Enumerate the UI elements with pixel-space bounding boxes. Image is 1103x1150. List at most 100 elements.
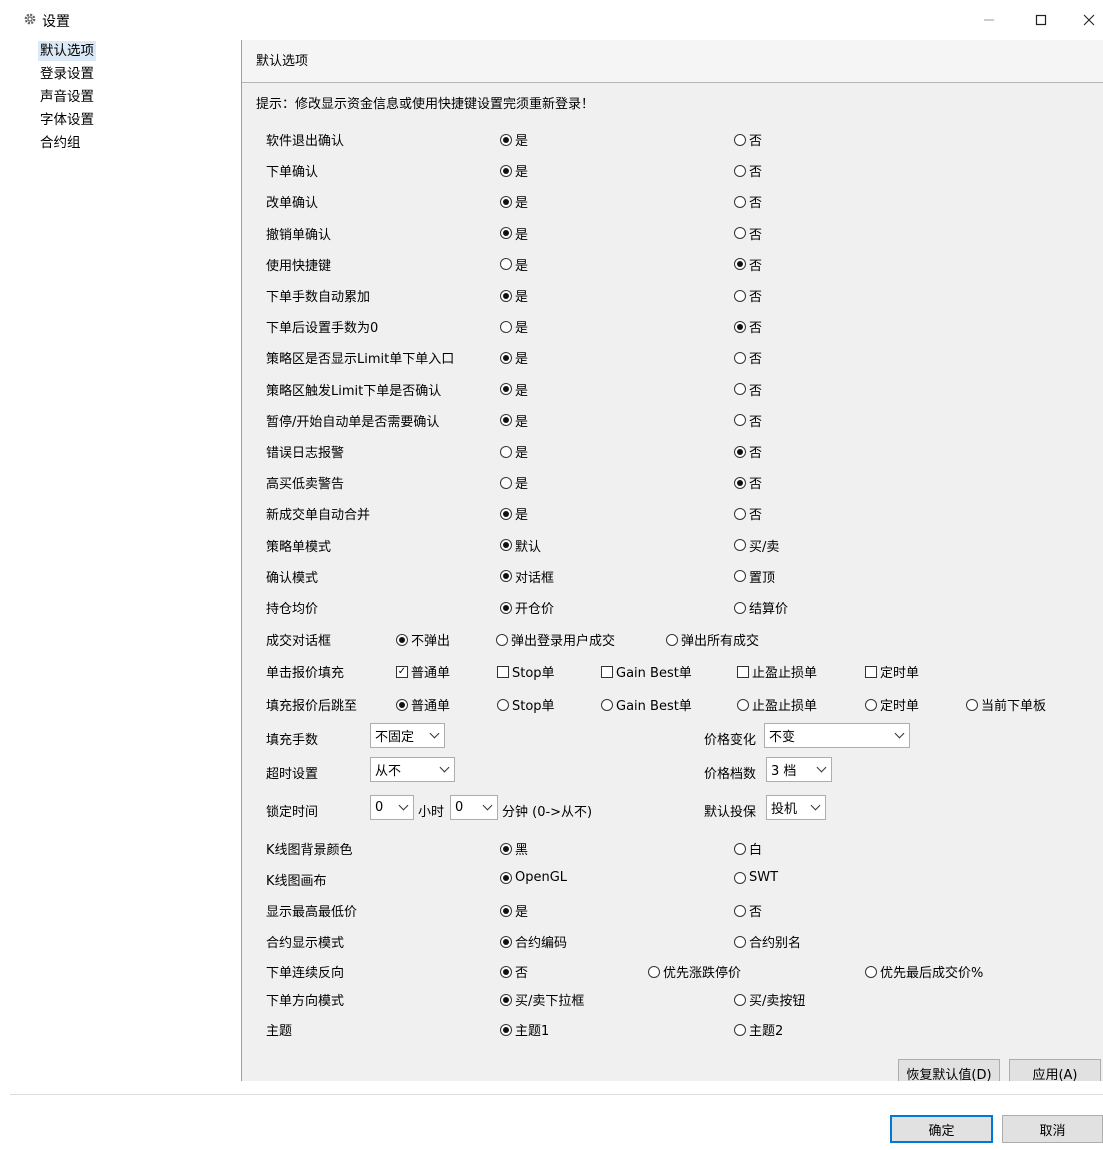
jump-option[interactable]: 当前下单板 <box>966 695 1046 714</box>
option-radio[interactable]: 是 <box>500 130 528 149</box>
option-radio[interactable]: 对话框 <box>500 567 554 586</box>
option-text: 是 <box>515 383 529 399</box>
sidebar-item-font[interactable]: 字体设置 <box>38 110 96 130</box>
option-radio[interactable]: 买/卖按钮 <box>734 990 805 1009</box>
option-radio[interactable]: 否 <box>734 348 762 367</box>
option-radio[interactable]: 结算价 <box>734 598 788 617</box>
option-text: 是 <box>515 134 529 149</box>
lock-minutes-select[interactable]: 0 <box>450 795 498 820</box>
reverse-option[interactable]: 优先最后成交价% <box>865 962 983 981</box>
option-radio[interactable]: 否 <box>734 161 762 180</box>
option-label: 新成交单自动合并 <box>266 508 371 524</box>
option-text: 否 <box>749 134 763 149</box>
sidebar-item-contract-group[interactable]: 合约组 <box>38 133 83 153</box>
option-radio[interactable]: 合约编码 <box>500 932 567 951</box>
option-radio[interactable]: 否 <box>734 901 762 920</box>
price-levels-select[interactable]: 3 档 <box>766 757 832 782</box>
price-change-select[interactable]: 不变 <box>764 723 910 748</box>
click-fill-checkbox[interactable]: ✓ 普通单 <box>396 662 450 681</box>
option-radio[interactable]: 置顶 <box>734 567 775 586</box>
jump-option[interactable]: Stop单 <box>497 695 555 714</box>
option-radio[interactable]: 否 <box>734 255 762 274</box>
sidebar-item-login[interactable]: 登录设置 <box>38 64 96 84</box>
settings-panel <box>241 40 1103 1081</box>
jump-option[interactable]: 普通单 <box>396 695 450 714</box>
option-radio[interactable]: 是 <box>500 317 528 336</box>
jump-option[interactable]: Gain Best单 <box>601 695 692 714</box>
option-radio[interactable]: 是 <box>500 442 528 461</box>
reverse-label: 下单连续反向 <box>266 966 345 981</box>
option-radio[interactable]: 开仓价 <box>500 598 554 617</box>
click-fill-checkbox[interactable]: 止盈止损单 <box>737 662 817 681</box>
option-radio[interactable]: 白 <box>734 839 762 858</box>
price-levels-label: 价格档数 <box>704 767 757 782</box>
timeout-label: 超时设置 <box>266 767 319 782</box>
reverse-option[interactable]: 否 <box>500 962 528 981</box>
timeout-select[interactable]: 从不 <box>370 757 455 782</box>
fill-qty-select[interactable]: 不固定 <box>370 723 445 748</box>
option-radio[interactable]: 是 <box>500 411 528 430</box>
option-radio[interactable]: 是 <box>500 473 528 492</box>
radio-icon <box>500 993 512 1006</box>
fill-qty-label: 填充手数 <box>266 733 319 748</box>
option-radio[interactable]: 否 <box>734 411 762 430</box>
option-radio[interactable]: 买/卖下拉框 <box>500 990 584 1009</box>
option-radio[interactable]: 否 <box>734 317 762 336</box>
option-text: 买/卖 <box>749 539 780 555</box>
radio-icon <box>497 698 509 711</box>
sidebar-item-sound[interactable]: 声音设置 <box>38 87 96 107</box>
maximize-button[interactable] <box>1026 8 1056 32</box>
option-radio[interactable]: 黑 <box>500 839 528 858</box>
option-radio[interactable]: 否 <box>734 442 762 461</box>
option-radio[interactable]: 是 <box>500 348 528 367</box>
option-radio[interactable]: 是 <box>500 901 528 920</box>
jump-option[interactable]: 定时单 <box>865 695 919 714</box>
close-button[interactable] <box>1074 8 1103 32</box>
option-radio[interactable]: 是 <box>500 224 528 243</box>
option-radio[interactable]: 否 <box>734 473 762 492</box>
trade-dialog-option[interactable]: 不弹出 <box>396 630 450 649</box>
option-label: 使用快捷键 <box>266 258 332 274</box>
click-fill-checkbox[interactable]: Gain Best单 <box>601 662 692 681</box>
option-radio[interactable]: 是 <box>500 192 528 211</box>
radio-icon <box>500 507 512 520</box>
option-text: 否 <box>749 414 763 430</box>
option-radio[interactable]: 否 <box>734 286 762 305</box>
option-radio[interactable]: 是 <box>500 286 528 305</box>
option-radio[interactable]: 合约别名 <box>734 932 801 951</box>
minimize-button[interactable] <box>974 8 1004 32</box>
click-fill-checkbox[interactable]: 定时单 <box>865 662 919 681</box>
option-radio[interactable]: 是 <box>500 380 528 399</box>
option-radio[interactable]: 是 <box>500 161 528 180</box>
default-hedge-select[interactable]: 投机 <box>766 795 826 820</box>
click-fill-checkbox[interactable]: Stop单 <box>497 662 555 681</box>
trade-dialog-option[interactable]: 弹出登录用户成交 <box>496 630 615 649</box>
option-radio[interactable]: 主题1 <box>500 1020 549 1039</box>
option-radio[interactable]: 是 <box>500 504 528 523</box>
option-radio[interactable]: 否 <box>734 130 762 149</box>
trade-dialog-option[interactable]: 弹出所有成交 <box>666 630 759 649</box>
chevron-down-icon <box>439 762 450 773</box>
sidebar-item-defaults[interactable]: 默认选项 <box>38 41 96 61</box>
radio-icon <box>734 539 746 552</box>
jump-option[interactable]: 止盈止损单 <box>737 695 817 714</box>
lock-hours-select[interactable]: 0 <box>370 795 414 820</box>
option-radio[interactable]: 否 <box>734 224 762 243</box>
ok-button[interactable]: 确定 <box>890 1115 993 1143</box>
option-text: 否 <box>749 383 763 399</box>
option-radio[interactable]: 否 <box>734 380 762 399</box>
cancel-button[interactable]: 取消 <box>1002 1115 1103 1143</box>
option-radio[interactable]: 主题2 <box>734 1020 783 1039</box>
radio-icon <box>734 351 746 364</box>
option-radio[interactable]: 否 <box>734 192 762 211</box>
option-radio[interactable]: 默认 <box>500 536 541 555</box>
option-radio[interactable]: OpenGL <box>500 870 567 885</box>
option-radio[interactable]: SWT <box>734 870 778 885</box>
option-radio[interactable]: 是 <box>500 255 528 274</box>
option-text: 否 <box>749 352 763 368</box>
radio-icon <box>648 965 660 978</box>
option-radio[interactable]: 买/卖 <box>734 536 779 555</box>
option-radio[interactable]: 否 <box>734 504 762 523</box>
chevron-down-icon <box>816 762 827 773</box>
reverse-option[interactable]: 优先涨跌停价 <box>648 962 741 981</box>
